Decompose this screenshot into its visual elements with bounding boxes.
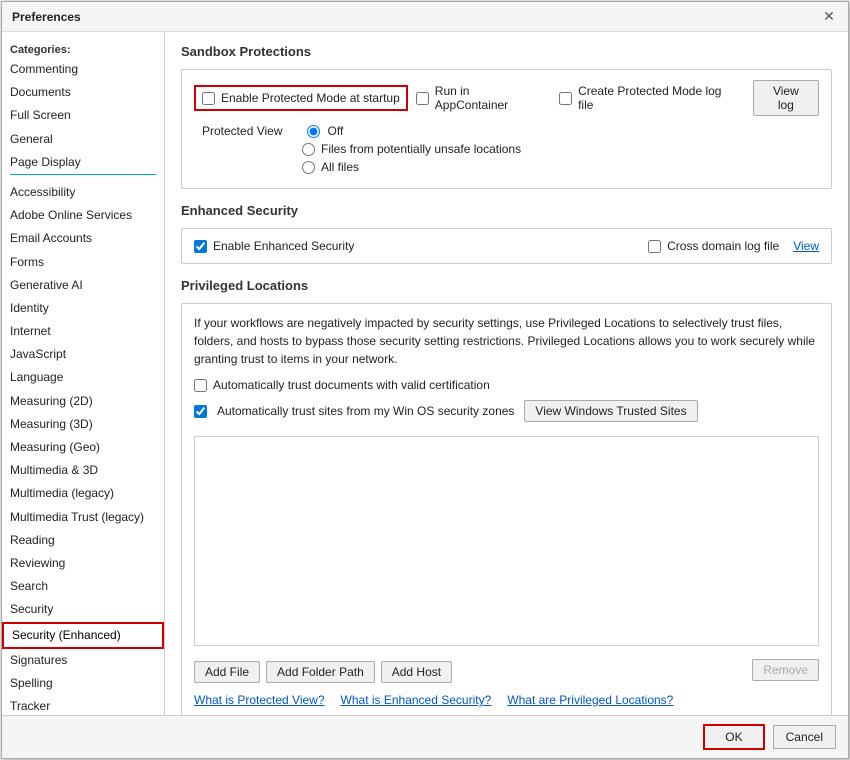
auto-trust-cert-label: Automatically trust documents with valid…	[213, 378, 490, 392]
cross-domain-label: Cross domain log file	[667, 239, 779, 253]
privileged-description: If your workflows are negatively impacte…	[194, 314, 819, 368]
view-trusted-sites-button[interactable]: View Windows Trusted Sites	[524, 400, 697, 422]
protected-view-unsafe-radio[interactable]	[302, 143, 315, 156]
enhanced-security-title: Enhanced Security	[181, 203, 832, 218]
add-folder-button[interactable]: Add Folder Path	[266, 661, 375, 683]
enable-enhanced-security-label: Enable Enhanced Security	[213, 239, 354, 253]
create-log-checkbox[interactable]	[559, 92, 572, 105]
sidebar-item-language[interactable]: Language	[2, 366, 164, 389]
add-buttons-group: Add File Add Folder Path Add Host	[194, 661, 452, 683]
sidebar-item-commenting[interactable]: Commenting	[2, 58, 164, 81]
sidebar-item-forms[interactable]: Forms	[2, 251, 164, 274]
sidebar-item-generativeai[interactable]: Generative AI	[2, 274, 164, 297]
cancel-button[interactable]: Cancel	[773, 725, 836, 749]
what-is-enhanced-security-link[interactable]: What is Enhanced Security?	[341, 693, 492, 707]
sidebar-item-javascript[interactable]: JavaScript	[2, 343, 164, 366]
run-appcontainer-row: Run in AppContainer	[416, 84, 543, 112]
protected-view-label: Protected View	[202, 124, 283, 138]
enhanced-security-row: Enable Enhanced Security Cross domain lo…	[194, 239, 819, 253]
sidebar-item-general[interactable]: General	[2, 128, 164, 151]
protected-view-section: Protected View Off Files from potentiall…	[194, 124, 819, 174]
protected-view-off-label: Off	[328, 124, 344, 138]
protected-view-allfiles-label: All files	[321, 160, 359, 174]
action-buttons-row: Add File Add Folder Path Add Host Remove	[194, 657, 819, 683]
sidebar: Categories: Commenting Documents Full Sc…	[2, 32, 165, 715]
privileged-locations-textarea[interactable]	[194, 436, 819, 646]
privileged-locations-box: If your workflows are negatively impacte…	[181, 303, 832, 715]
dialog-title: Preferences	[12, 10, 81, 24]
sidebar-item-security-enhanced[interactable]: Security (Enhanced)	[2, 622, 164, 649]
enable-protected-mode-label: Enable Protected Mode at startup	[221, 91, 400, 105]
enable-protected-mode-row: Enable Protected Mode at startup	[194, 85, 408, 111]
protected-view-allfiles-radio[interactable]	[302, 161, 315, 174]
auto-trust-sites-row: Automatically trust sites from my Win OS…	[194, 400, 819, 422]
what-are-privileged-locations-link[interactable]: What are Privileged Locations?	[507, 693, 673, 707]
categories-label: Categories:	[2, 40, 164, 58]
add-host-button[interactable]: Add Host	[381, 661, 452, 683]
sidebar-item-measuring3d[interactable]: Measuring (3D)	[2, 413, 164, 436]
auto-trust-cert-checkbox[interactable]	[194, 379, 207, 392]
auto-trust-cert-row: Automatically trust documents with valid…	[194, 378, 819, 392]
sidebar-item-reading[interactable]: Reading	[2, 529, 164, 552]
what-is-protected-view-link[interactable]: What is Protected View?	[194, 693, 325, 707]
enhanced-security-box: Enable Enhanced Security Cross domain lo…	[181, 228, 832, 264]
cross-domain-row: Cross domain log file View	[648, 239, 819, 253]
sandbox-header-row: Enable Protected Mode at startup Run in …	[194, 80, 819, 116]
sandbox-header-right: Run in AppContainer Create Protected Mod…	[416, 80, 819, 116]
sidebar-item-multimedia3d[interactable]: Multimedia & 3D	[2, 459, 164, 482]
close-button[interactable]: ✕	[820, 8, 838, 26]
help-links-row: What is Protected View? What is Enhanced…	[194, 693, 819, 707]
sidebar-item-fullscreen[interactable]: Full Screen	[2, 104, 164, 127]
auto-trust-sites-checkbox[interactable]	[194, 405, 207, 418]
create-log-label: Create Protected Mode log file	[578, 84, 737, 112]
protected-view-allfiles-row: All files	[302, 160, 819, 174]
auto-trust-sites-label: Automatically trust sites from my Win OS…	[217, 404, 514, 418]
protected-view-files-row: Files from potentially unsafe locations	[302, 142, 819, 156]
sidebar-item-internet[interactable]: Internet	[2, 320, 164, 343]
enable-enhanced-security-row: Enable Enhanced Security	[194, 239, 354, 253]
add-file-button[interactable]: Add File	[194, 661, 260, 683]
sidebar-item-security[interactable]: Security	[2, 598, 164, 621]
run-appcontainer-label: Run in AppContainer	[435, 84, 543, 112]
sidebar-item-search[interactable]: Search	[2, 575, 164, 598]
protected-view-unsafe-label: Files from potentially unsafe locations	[321, 142, 521, 156]
sidebar-item-signatures[interactable]: Signatures	[2, 649, 164, 672]
sidebar-item-pagedisplay[interactable]: Page Display	[2, 151, 164, 174]
enable-protected-mode-checkbox[interactable]	[202, 92, 215, 105]
title-bar: Preferences ✕	[2, 2, 848, 32]
remove-button[interactable]: Remove	[752, 659, 819, 681]
sidebar-item-measuringgeo[interactable]: Measuring (Geo)	[2, 436, 164, 459]
sidebar-item-spelling[interactable]: Spelling	[2, 672, 164, 695]
privileged-locations-title: Privileged Locations	[181, 278, 832, 293]
cross-domain-checkbox[interactable]	[648, 240, 661, 253]
sidebar-item-multimedialegacy[interactable]: Multimedia (legacy)	[2, 482, 164, 505]
run-appcontainer-checkbox[interactable]	[416, 92, 429, 105]
main-content: Sandbox Protections Enable Protected Mod…	[165, 32, 848, 715]
protected-view-row: Protected View Off	[202, 124, 819, 138]
sandbox-section-title: Sandbox Protections	[181, 44, 832, 59]
sidebar-item-accessibility[interactable]: Accessibility	[2, 181, 164, 204]
sidebar-item-measuring2d[interactable]: Measuring (2D)	[2, 390, 164, 413]
view-crossdomain-button[interactable]: View	[793, 239, 819, 253]
sidebar-item-emailaccounts[interactable]: Email Accounts	[2, 227, 164, 250]
sidebar-item-reviewing[interactable]: Reviewing	[2, 552, 164, 575]
enable-enhanced-security-checkbox[interactable]	[194, 240, 207, 253]
create-log-row: Create Protected Mode log file	[559, 84, 737, 112]
preferences-dialog: Preferences ✕ Categories: Commenting Doc…	[1, 1, 849, 759]
sandbox-section-box: Enable Protected Mode at startup Run in …	[181, 69, 832, 189]
sidebar-item-documents[interactable]: Documents	[2, 81, 164, 104]
sidebar-item-adobeonline[interactable]: Adobe Online Services	[2, 204, 164, 227]
ok-button[interactable]: OK	[703, 724, 764, 750]
view-log-button[interactable]: View log	[753, 80, 819, 116]
dialog-footer: OK Cancel	[2, 715, 848, 758]
sidebar-item-tracker[interactable]: Tracker	[2, 695, 164, 715]
protected-view-off-radio[interactable]	[307, 125, 320, 138]
sidebar-item-multitrustlegacy[interactable]: Multimedia Trust (legacy)	[2, 506, 164, 529]
sidebar-item-identity[interactable]: Identity	[2, 297, 164, 320]
dialog-body: Categories: Commenting Documents Full Sc…	[2, 32, 848, 715]
